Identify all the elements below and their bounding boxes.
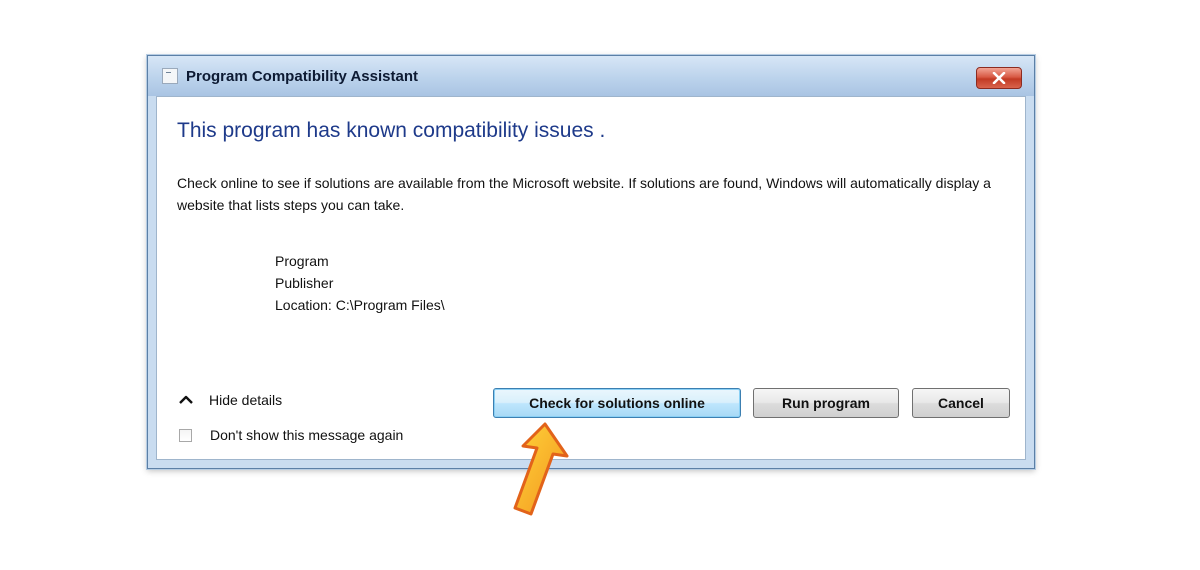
publisher-label: Publisher [275, 275, 334, 291]
window-title: Program Compatibility Assistant [186, 67, 418, 85]
dialog-content: This program has known compatibility iss… [156, 96, 1026, 460]
screen: Program Compatibility Assistant This pro… [0, 0, 1200, 570]
pointer-arrow-icon [513, 422, 569, 516]
chevron-up-icon [177, 391, 195, 409]
main-instruction: This program has known compatibility iss… [177, 119, 606, 142]
cancel-button[interactable]: Cancel [912, 388, 1010, 418]
title-bar[interactable]: Program Compatibility Assistant [148, 56, 1034, 96]
location-label: Location: C:\Program Files\ [275, 297, 445, 313]
program-label: Program [275, 253, 329, 269]
hide-details-label: Hide details [209, 392, 283, 408]
dont-show-again-option[interactable]: Don't show this message again [177, 427, 403, 443]
description-text: Check online to see if solutions are ava… [177, 175, 991, 213]
dont-show-again-label: Don't show this message again [210, 427, 404, 443]
close-icon [992, 72, 1006, 84]
details-panel: Program Publisher Location: C:\Program F… [275, 250, 445, 316]
run-program-button[interactable]: Run program [753, 388, 899, 418]
check-solutions-online-button[interactable]: Check for solutions online [493, 388, 741, 418]
app-window-icon [162, 68, 178, 84]
hide-details-toggle[interactable]: Hide details [177, 391, 282, 409]
dialog-window: Program Compatibility Assistant This pro… [147, 55, 1035, 469]
dont-show-again-checkbox[interactable] [179, 428, 192, 442]
close-button[interactable] [976, 67, 1022, 89]
